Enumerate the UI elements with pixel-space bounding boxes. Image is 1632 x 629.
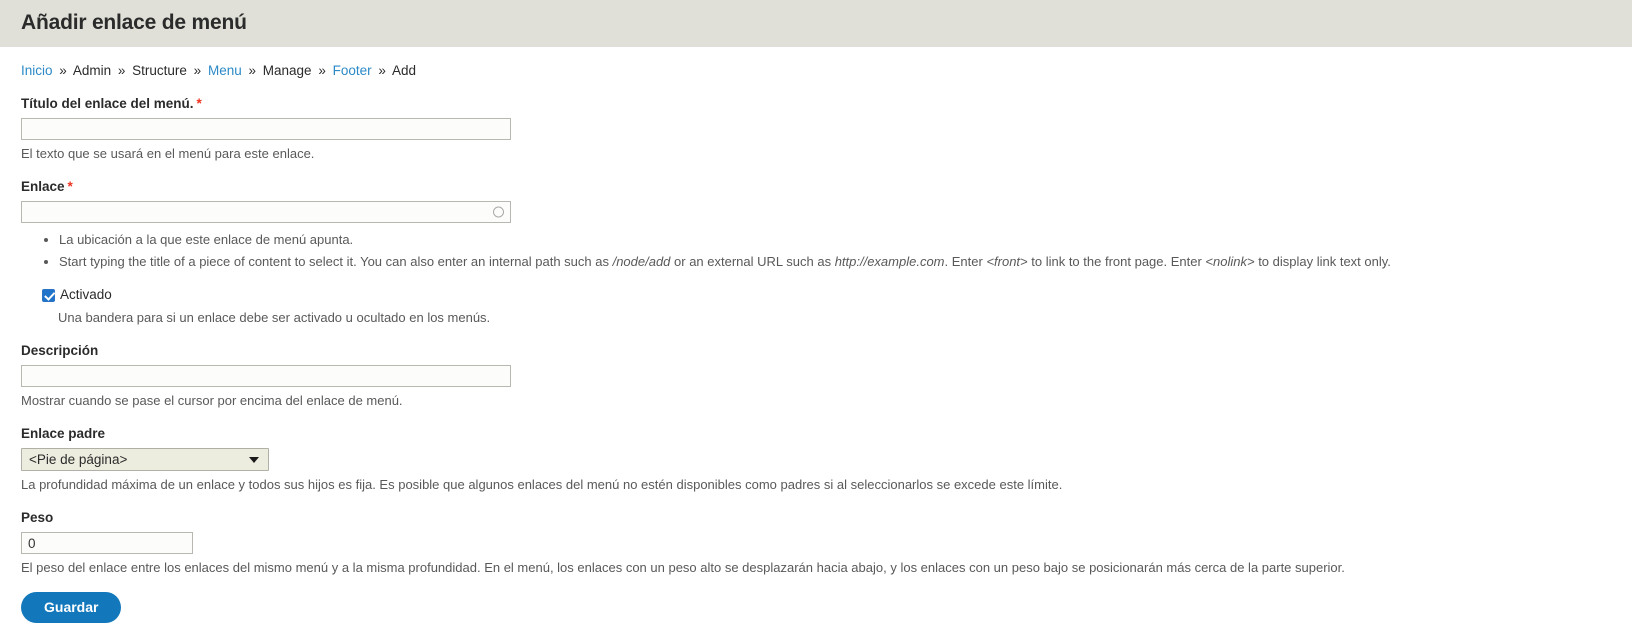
- menu-link-title-input[interactable]: [21, 118, 511, 140]
- breadcrumb-separator: »: [59, 63, 67, 78]
- parent-field-description: La profundidad máxima de un enlace y tod…: [21, 477, 1063, 492]
- link-field-description-list: La ubicación a la que este enlace de men…: [21, 229, 1611, 273]
- form-item-parent: Enlace padre <Pie de página> La profundi…: [21, 426, 1611, 493]
- link-field-label-text: Enlace: [21, 179, 65, 194]
- required-marker: *: [196, 96, 202, 111]
- desc-part-3: . Enter: [944, 254, 987, 269]
- circle-throbber-icon: [493, 206, 504, 218]
- title-field-label-text: Título del enlace del menú.: [21, 96, 194, 111]
- desc-em-node-add: /node/add: [612, 254, 671, 269]
- link-description-location: La ubicación a la que este enlace de men…: [59, 229, 1611, 251]
- required-marker: *: [67, 179, 73, 194]
- page-content: Inicio » Admin » Structure » Menu » Mana…: [0, 62, 1632, 623]
- desc-em-nolink: <nolink>: [1205, 254, 1255, 269]
- weight-field-description: El peso del enlace entre los enlaces del…: [21, 560, 1345, 575]
- breadcrumb-separator: »: [117, 63, 126, 78]
- parent-field-label: Enlace padre: [21, 426, 106, 441]
- weight-field-label: Peso: [21, 510, 54, 525]
- page-header: Añadir enlace de menú: [0, 0, 1632, 47]
- breadcrumb: Inicio » Admin » Structure » Menu » Mana…: [21, 62, 1611, 79]
- form-item-description: Descripción Mostrar cuando se pase el cu…: [21, 343, 1611, 409]
- form-item-weight: Peso El peso del enlace entre los enlace…: [21, 510, 1611, 576]
- menu-link-description-input[interactable]: [21, 365, 511, 387]
- title-field-description: El texto que se usará en el menú para es…: [21, 146, 315, 161]
- breadcrumb-item-structure: Structure: [132, 63, 187, 78]
- save-button[interactable]: Guardar: [21, 592, 122, 623]
- breadcrumb-item-admin: Admin: [72, 63, 112, 78]
- enabled-checkbox[interactable]: [42, 288, 55, 302]
- breadcrumb-item-add: Add: [391, 63, 416, 78]
- menu-link-form: Título del enlace del menú. * El texto qu…: [21, 96, 1611, 623]
- desc-em-example-url: http://example.com: [834, 254, 945, 269]
- breadcrumb-item-footer[interactable]: Footer: [333, 63, 372, 78]
- desc-part-1: Start typing the title of a piece of con…: [59, 254, 613, 269]
- desc-em-front: <front>: [986, 254, 1028, 269]
- breadcrumb-separator: »: [193, 63, 202, 78]
- breadcrumb-item-menu[interactable]: Menu: [208, 63, 242, 78]
- description-field-label: Descripción: [21, 343, 99, 358]
- breadcrumb-separator: »: [378, 63, 386, 78]
- link-field-label: Enlace *: [21, 179, 1611, 195]
- form-item-title: Título del enlace del menú. * El texto qu…: [21, 96, 1611, 162]
- parent-link-select[interactable]: <Pie de página>: [21, 448, 269, 471]
- desc-part-5: to display link text only.: [1254, 254, 1391, 269]
- form-item-enabled: Activado Una bandera para si un enlace d…: [21, 287, 1611, 326]
- menu-link-weight-input[interactable]: [21, 532, 193, 554]
- enabled-checkbox-row: Activado: [21, 287, 1611, 303]
- description-field-description: Mostrar cuando se pase el cursor por enc…: [21, 393, 403, 408]
- breadcrumb-item-inicio[interactable]: Inicio: [21, 63, 53, 78]
- breadcrumb-separator: »: [318, 63, 326, 78]
- parent-select-wrapper: <Pie de página>: [21, 448, 269, 471]
- title-field-label: Título del enlace del menú. *: [21, 96, 1611, 112]
- link-description-usage: Start typing the title of a piece of con…: [59, 251, 1611, 273]
- breadcrumb-separator: »: [248, 63, 257, 78]
- link-autocomplete-wrapper: [21, 201, 511, 223]
- enabled-checkbox-label[interactable]: Activado: [60, 287, 112, 303]
- desc-part-2: or an external URL such as: [670, 254, 835, 269]
- page-title: Añadir enlace de menú: [21, 11, 247, 34]
- menu-link-path-input[interactable]: [21, 201, 511, 223]
- form-item-link: Enlace* La ubicación a la que este enlac…: [21, 179, 1611, 273]
- form-actions: Guardar: [21, 592, 1611, 623]
- breadcrumb-item-manage: Manage: [262, 63, 312, 78]
- desc-part-4: to link to the front page. Enter: [1027, 254, 1206, 269]
- enabled-field-description: Una bandera para si un enlace debe ser a…: [58, 310, 491, 325]
